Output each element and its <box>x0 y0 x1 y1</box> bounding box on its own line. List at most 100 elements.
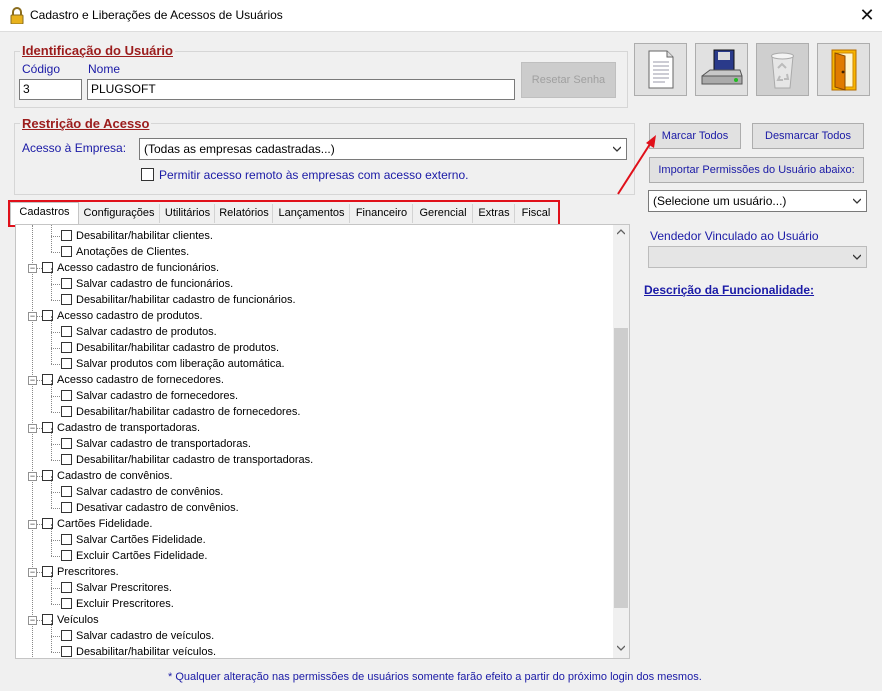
acesso-empresa-select[interactable]: (Todas as empresas cadastradas...) <box>139 138 627 160</box>
new-document-button[interactable] <box>634 43 687 96</box>
usuario-select[interactable]: (Selecione um usuário...) <box>648 190 867 212</box>
codigo-input[interactable]: 3 <box>19 79 82 100</box>
desmarcar-todos-button[interactable]: Desmarcar Todos <box>752 123 864 149</box>
tree-label: Salvar cadastro de veículos. <box>76 630 215 642</box>
delete-button[interactable] <box>756 43 809 96</box>
tree-checkbox[interactable] <box>61 278 72 289</box>
tree-leaf[interactable]: Desativar cadastro de convênios. <box>16 492 611 516</box>
acesso-remoto-label: Permitir acesso remoto às empresas com a… <box>159 168 469 182</box>
tree-checkbox[interactable] <box>61 390 72 401</box>
collapse-icon[interactable]: − <box>28 616 37 625</box>
tree-connector <box>51 524 52 540</box>
tree-leaf[interactable]: Desabilitar/habilitar clientes. <box>16 225 611 244</box>
tree-checkbox[interactable] <box>61 582 72 593</box>
collapse-icon[interactable]: − <box>28 520 37 529</box>
tree-leaf[interactable]: Salvar Prescritores. <box>16 572 611 596</box>
tree-connector <box>51 252 60 253</box>
tree-node[interactable]: − Acesso cadastro de fornecedores. <box>16 372 611 388</box>
tree-node[interactable]: − Acesso cadastro de produtos. <box>16 308 611 324</box>
chevron-down-icon <box>853 198 861 204</box>
tree-checkbox[interactable] <box>61 342 72 353</box>
tree-checkbox[interactable] <box>61 438 72 449</box>
tree-connector <box>51 444 52 460</box>
tree-checkbox[interactable] <box>61 598 72 609</box>
collapse-icon[interactable]: − <box>28 264 37 273</box>
tree-label: Desabilitar/habilitar cadastro de fornec… <box>76 406 301 418</box>
tree-node[interactable]: − Prescritores. <box>16 564 611 580</box>
tree-checkbox[interactable] <box>61 486 72 497</box>
nome-input[interactable]: PLUGSOFT <box>87 79 515 100</box>
tree-leaf[interactable]: Salvar cadastro de fornecedores. <box>16 380 611 404</box>
resetar-senha-button[interactable]: Resetar Senha <box>521 62 616 98</box>
tree-leaf[interactable]: Salvar cadastro de convênios. <box>16 476 611 500</box>
tree-checkbox[interactable] <box>61 534 72 545</box>
tree-checkbox[interactable] <box>61 646 72 657</box>
save-button[interactable] <box>695 43 748 96</box>
tree-checkbox[interactable] <box>61 246 72 257</box>
tree-label: Salvar Prescritores. <box>76 582 172 594</box>
tree-leaf[interactable]: Desabilitar/habilitar cadastro de produt… <box>16 332 611 356</box>
tree-checkbox[interactable] <box>61 230 72 241</box>
scroll-up-icon[interactable] <box>617 228 625 236</box>
tree-node[interactable]: − Cadastro de transportadoras. <box>16 420 611 436</box>
tree-connector <box>51 284 52 300</box>
tree-checkbox[interactable] <box>61 630 72 641</box>
tree-node[interactable]: − Veículos <box>16 612 611 628</box>
collapse-icon[interactable]: − <box>28 424 37 433</box>
tree-node[interactable]: − Cadastro de convênios. <box>16 468 611 484</box>
tree-connector <box>37 428 42 429</box>
tree-connector <box>51 284 60 285</box>
descricao-funcionalidade-link[interactable]: Descrição da Funcionalidade: <box>644 283 814 297</box>
tree-leaf[interactable]: Salvar cadastro de funcionários. <box>16 268 611 292</box>
acesso-remoto-checkbox[interactable] <box>141 168 154 181</box>
permissions-tree[interactable]: Desabilitar/habilitar clientes. Anotações… <box>15 224 630 659</box>
scroll-down-icon[interactable] <box>617 644 625 652</box>
tree-node[interactable]: − Acesso cadastro de funcionários. <box>16 260 611 276</box>
tree-label: Desabilitar/habilitar veículos. <box>76 646 217 658</box>
footer-note: * Qualquer alteração nas permissões de u… <box>168 671 702 683</box>
tree-connector <box>51 225 52 236</box>
marcar-todos-button[interactable]: Marcar Todos <box>649 123 741 149</box>
tree-connector <box>51 620 52 636</box>
tree-checkbox[interactable] <box>61 454 72 465</box>
tree-label: Prescritores. <box>57 566 119 578</box>
tree-connector <box>51 396 60 397</box>
exit-button[interactable] <box>817 43 870 96</box>
tree-leaf[interactable]: Salvar cadastro de transportadoras. <box>16 428 611 452</box>
tree-leaf[interactable]: Desabilitar/habilitar veículos. <box>16 636 611 658</box>
tree-leaf[interactable]: Desabilitar/habilitar cadastro de transp… <box>16 444 611 468</box>
tree-leaf[interactable]: Salvar cadastro de veículos. <box>16 620 611 644</box>
tree-checkbox[interactable] <box>61 502 72 513</box>
tree-node[interactable]: − Cartões Fidelidade. <box>16 516 611 532</box>
collapse-icon[interactable]: − <box>28 472 37 481</box>
close-icon[interactable]: ✕ <box>857 5 877 25</box>
tree-connector <box>37 476 42 477</box>
tree-checkbox[interactable] <box>61 326 72 337</box>
tree-label: Salvar cadastro de fornecedores. <box>76 390 239 402</box>
importar-permissoes-button[interactable]: Importar Permissões do Usuário abaixo: <box>649 157 864 183</box>
scroll-thumb[interactable] <box>614 328 628 608</box>
tree-label: Acesso cadastro de fornecedores. <box>57 374 224 386</box>
tree-checkbox[interactable] <box>61 406 72 417</box>
tree-label: Salvar cadastro de produtos. <box>76 326 217 338</box>
tree-checkbox[interactable] <box>61 550 72 561</box>
tree-leaf[interactable]: Desabilitar/habilitar cadastro de funcio… <box>16 284 611 308</box>
tree-leaf[interactable]: Salvar produtos com liberação automática… <box>16 348 611 372</box>
collapse-icon[interactable]: − <box>28 312 37 321</box>
usuario-select-value: (Selecione um usuário...) <box>653 194 787 208</box>
tree-leaf[interactable]: Excluir Cartões Fidelidade. <box>16 540 611 564</box>
tree-connector <box>51 348 60 349</box>
tree-connector <box>51 396 52 412</box>
collapse-icon[interactable]: − <box>28 376 37 385</box>
tree-leaf[interactable]: Salvar cadastro de produtos. <box>16 316 611 340</box>
collapse-icon[interactable]: − <box>28 568 37 577</box>
tree-leaf[interactable]: Excluir Prescritores. <box>16 588 611 612</box>
tree-leaf[interactable]: Desabilitar/habilitar cadastro de fornec… <box>16 396 611 420</box>
tree-connector <box>51 236 60 237</box>
vendedor-select[interactable] <box>648 246 867 268</box>
tree-checkbox[interactable] <box>61 294 72 305</box>
tree-checkbox[interactable] <box>61 358 72 369</box>
exit-door-icon <box>831 49 857 91</box>
tree-leaf[interactable]: Anotações de Clientes. <box>16 236 611 260</box>
tree-leaf[interactable]: Salvar Cartões Fidelidade. <box>16 524 611 548</box>
